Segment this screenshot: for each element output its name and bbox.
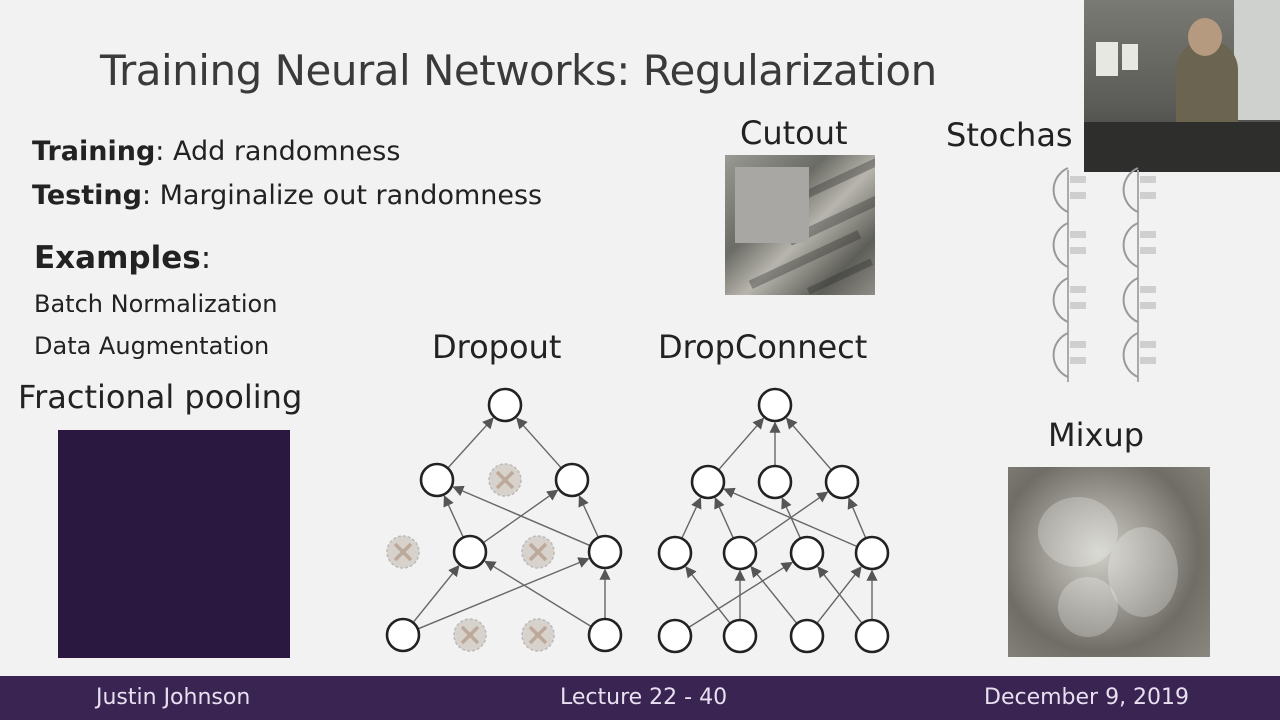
skip-connection [1052,277,1069,323]
residual-block [1070,357,1086,364]
footer-date: December 9, 2019 [984,685,1190,710]
residual-block [1070,302,1086,309]
network-node [487,387,523,423]
residual-block [1140,302,1156,309]
skip-connection [1052,222,1069,268]
skip-connection [1122,222,1139,268]
network-edge [717,417,765,471]
network-node [824,464,860,500]
network-node [554,462,590,498]
network-node [722,618,758,654]
network-edge [816,566,862,624]
network-node [722,535,758,571]
skip-connection [1122,277,1139,323]
network-edge [482,489,559,544]
network-node [690,464,726,500]
network-node [587,617,623,653]
residual-block [1070,341,1086,348]
network-node [789,535,825,571]
footer-author: Justin Johnson [96,685,251,710]
residual-block [1140,357,1156,364]
network-node [587,534,623,570]
skip-connection [1052,332,1069,378]
residual-block [1140,286,1156,293]
residual-block [1140,231,1156,238]
network-edge [412,564,460,623]
network-edge [847,497,867,539]
residual-block [1070,231,1086,238]
residual-block [1140,192,1156,199]
stochastic-depth-diagram [1052,167,1156,382]
skip-connection [1122,332,1139,378]
network-node [657,618,693,654]
network-edge [817,566,863,624]
network-edge [443,495,464,538]
network-node [452,534,488,570]
network-edge [578,495,599,538]
residual-block [1140,176,1156,183]
network-diagrams [385,167,1156,654]
network-node [854,618,890,654]
network-node [657,535,693,571]
network-node [419,462,455,498]
network-node [757,464,793,500]
residual-block [1070,286,1086,293]
network-edge [447,417,494,469]
residual-block [1070,247,1086,254]
residual-block [1140,247,1156,254]
network-edge [785,417,833,471]
network-edge [750,565,798,624]
footer-lecture: Lecture 22 - 40 [560,685,728,710]
network-edge [714,497,735,539]
residual-block [1070,176,1086,183]
network-node [385,617,421,653]
residual-block [1140,341,1156,348]
dropconnect-edges [681,417,878,629]
network-node [789,618,825,654]
skip-connection [1122,167,1139,213]
network-node [757,387,793,423]
network-node [854,535,890,571]
network-edge [516,417,562,469]
dropout-edges [412,417,611,630]
residual-block [1070,192,1086,199]
network-edge [417,557,590,630]
skip-connection [1052,167,1069,213]
network-edge [681,497,702,539]
footer-bar: Justin Johnson Lecture 22 - 40 December … [0,676,1280,720]
